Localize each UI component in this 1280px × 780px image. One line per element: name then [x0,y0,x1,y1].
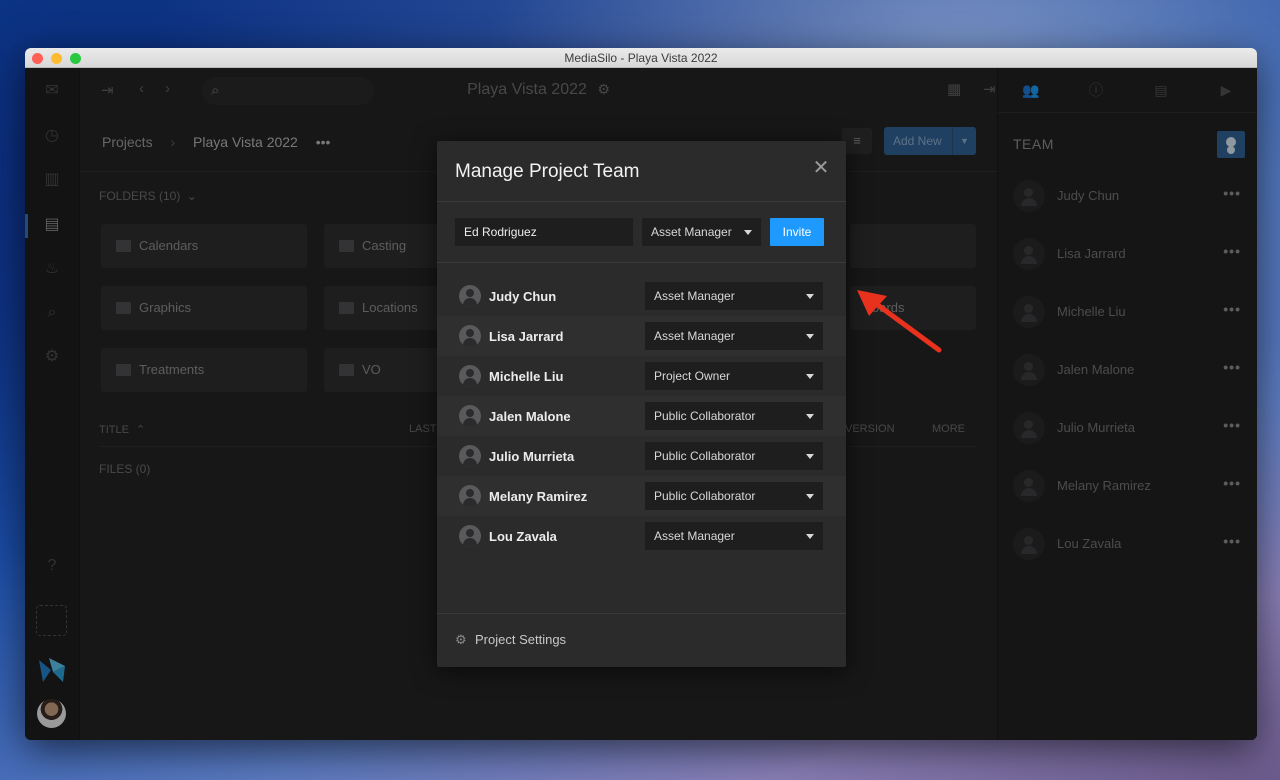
member-role-select[interactable]: Public Collaborator [645,402,823,430]
chevron-down-icon [744,230,752,235]
member-name: Jalen Malone [489,409,571,424]
chevron-down-icon [806,374,814,379]
invite-role-select[interactable]: Asset Manager [642,218,761,246]
invite-name-input[interactable] [455,218,633,246]
manage-team-dialog: Manage Project Team ✕ Asset Manager Invi… [437,141,846,667]
project-settings-link[interactable]: ⚙ Project Settings [455,632,566,648]
member-role-value: Project Owner [654,369,731,383]
avatar [459,445,481,467]
window-minimize-button[interactable] [51,53,62,64]
gear-icon: ⚙ [455,632,467,647]
avatar [459,365,481,387]
chevron-down-icon [806,414,814,419]
chevron-down-icon [806,454,814,459]
member-role-select[interactable]: Asset Manager [645,322,823,350]
member-row: Jalen Malone Public Collaborator [437,396,846,436]
member-row: Judy Chun Asset Manager [437,276,846,316]
member-role-value: Public Collaborator [654,409,756,423]
divider [437,201,846,202]
invite-role-value: Asset Manager [651,225,732,239]
avatar [459,405,481,427]
member-role-value: Public Collaborator [654,489,756,503]
member-role-select[interactable]: Asset Manager [645,282,823,310]
member-name: Lisa Jarrard [489,329,564,344]
window-maximize-button[interactable] [70,53,81,64]
member-role-value: Public Collaborator [654,449,756,463]
member-row: Julio Murrieta Public Collaborator [437,436,846,476]
member-row: Lisa Jarrard Asset Manager [437,316,846,356]
divider [437,613,846,614]
window-close-button[interactable] [32,53,43,64]
annotation-arrow-icon [857,290,942,353]
chevron-down-icon [806,294,814,299]
member-role-value: Asset Manager [654,529,735,543]
member-row: Melany Ramirez Public Collaborator [437,476,846,516]
chevron-down-icon [806,534,814,539]
avatar [459,285,481,307]
window-titlebar: MediaSilo - Playa Vista 2022 [25,48,1257,68]
member-name: Melany Ramirez [489,489,588,504]
close-icon[interactable]: ✕ [812,158,830,178]
avatar [459,325,481,347]
member-role-value: Asset Manager [654,289,735,303]
member-role-select[interactable]: Public Collaborator [645,442,823,470]
member-name: Judy Chun [489,289,557,304]
member-role-select[interactable]: Asset Manager [645,522,823,550]
avatar [459,525,481,547]
project-settings-label: Project Settings [475,632,567,647]
member-name: Julio Murrieta [489,449,575,464]
member-role-select[interactable]: Project Owner [645,362,823,390]
member-row: Lou Zavala Asset Manager [437,516,846,556]
avatar [459,485,481,507]
member-role-value: Asset Manager [654,329,735,343]
dialog-title: Manage Project Team [455,161,640,182]
invite-button[interactable]: Invite [770,218,824,246]
window-title: MediaSilo - Playa Vista 2022 [564,51,718,65]
chevron-down-icon [806,334,814,339]
chevron-down-icon [806,494,814,499]
member-row: Michelle Liu Project Owner [437,356,846,396]
app-window: MediaSilo - Playa Vista 2022 ✉ ◷ ▥ ▤ ♨ ⌕… [25,48,1257,740]
member-name: Lou Zavala [489,529,557,544]
member-role-select[interactable]: Public Collaborator [645,482,823,510]
divider [437,262,846,263]
member-name: Michelle Liu [489,369,564,384]
